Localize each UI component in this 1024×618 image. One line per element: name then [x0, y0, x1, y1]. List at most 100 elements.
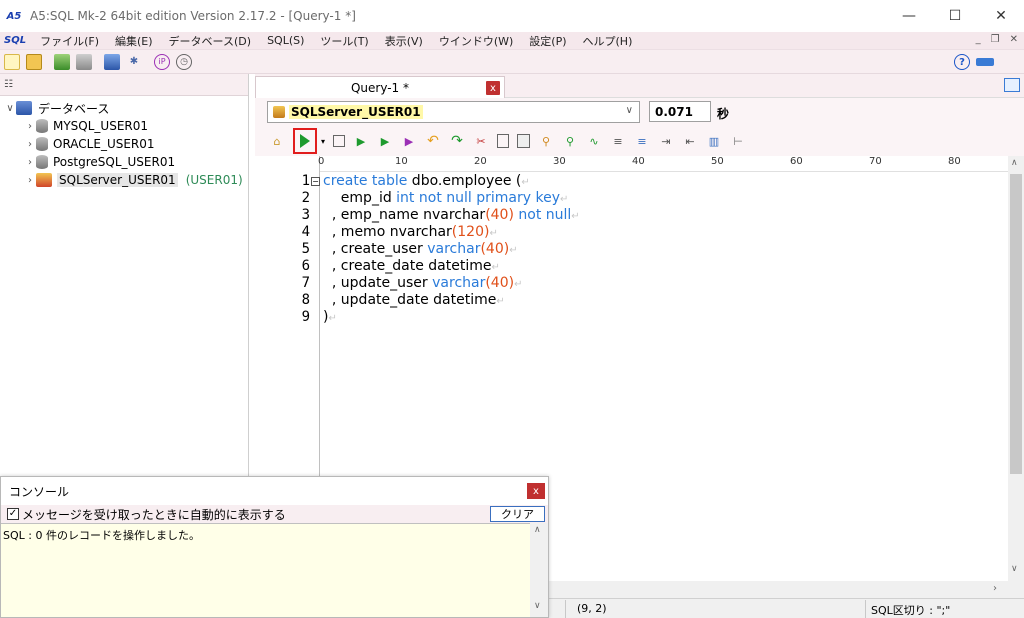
chevron-right-icon[interactable]: ›	[24, 139, 36, 150]
execute-button[interactable]	[293, 128, 317, 154]
connection-select[interactable]: SQLServer_USER01 ∨	[267, 101, 640, 123]
redo-icon[interactable]: ↷	[449, 133, 465, 149]
code-line[interactable]: , create_user varchar(40)↵	[323, 241, 518, 258]
outline-icon[interactable]: ⊢	[730, 133, 746, 149]
mdi-close-button[interactable]: ✕	[1010, 34, 1018, 45]
minimize-button[interactable]: —	[886, 0, 932, 32]
menu-edit[interactable]: 編集(E)	[107, 33, 161, 49]
auto-show-checkbox[interactable]: ✓	[7, 508, 19, 520]
execute-ab-icon[interactable]: ▶	[353, 133, 369, 149]
code-line[interactable]: emp_id int not null primary key↵	[323, 190, 569, 207]
chevron-right-icon[interactable]: ›	[24, 121, 36, 132]
format-icon[interactable]: ∿	[586, 133, 602, 149]
wrap-icon[interactable]: ≡	[634, 133, 650, 149]
execute-dropdown-icon[interactable]: ▾	[319, 133, 327, 149]
tree-item-oracle[interactable]: › ORACLE_USER01	[0, 135, 248, 153]
connection-bar: SQLServer_USER01 ∨ 0.071 秒	[255, 98, 1024, 126]
scroll-down-icon[interactable]: ∨	[1011, 564, 1018, 574]
replace-icon[interactable]: ⚲	[562, 133, 578, 149]
explain-icon[interactable]: ▶	[401, 133, 417, 149]
tree-item-label: PostgreSQL_USER01	[53, 155, 176, 169]
fold-toggle-icon[interactable]: −	[311, 177, 320, 186]
clear-button[interactable]: クリア	[490, 506, 545, 522]
indent-icon[interactable]: ⇥	[658, 133, 674, 149]
ruler-tick: 80	[948, 156, 961, 167]
outdent-icon[interactable]: ⇤	[682, 133, 698, 149]
elapsed-time-field: 0.071	[649, 101, 711, 122]
code-line[interactable]: , emp_name nvarchar(40) not null↵	[323, 207, 580, 224]
mdi-restore-button[interactable]: ❐	[991, 34, 1000, 45]
open-sql-icon[interactable]: ⌂	[269, 133, 285, 149]
execute-csv-icon[interactable]: ▶	[377, 133, 393, 149]
tab-query-1[interactable]: Query-1 * x	[255, 76, 505, 98]
menu-view[interactable]: 表示(V)	[377, 33, 431, 49]
help-icon[interactable]: ?	[954, 54, 970, 70]
tree-item-mysql[interactable]: › MYSQL_USER01	[0, 117, 248, 135]
database-connect-icon[interactable]	[54, 53, 70, 70]
tree-item-sqlserver[interactable]: › SQLServer_USER01 (USER01)	[0, 171, 248, 189]
scroll-up-icon[interactable]: ∧	[534, 525, 541, 535]
editor-vertical-scrollbar[interactable]: ∧ ∨	[1008, 156, 1024, 581]
code-line[interactable]: , update_date datetime↵	[323, 292, 505, 309]
code-line[interactable]: )↵	[323, 309, 337, 326]
tab-close-icon[interactable]: x	[486, 81, 500, 95]
execute-icon	[300, 134, 310, 148]
chevron-right-icon[interactable]: ›	[24, 157, 36, 168]
scroll-thumb[interactable]	[1010, 174, 1022, 474]
app-logo-icon: A5	[6, 10, 22, 22]
cursor-position: (9, 2)	[577, 602, 607, 615]
search-icon[interactable]: ⚲	[538, 133, 554, 149]
code-token: , emp_name nvarchar	[323, 207, 486, 223]
undo-icon[interactable]: ↶	[425, 133, 441, 149]
code-line[interactable]: , memo nvarchar(120)↵	[323, 224, 498, 241]
chevron-right-icon[interactable]: ›	[24, 175, 36, 186]
code-token: not null	[518, 207, 572, 223]
database-properties-icon[interactable]	[104, 53, 120, 70]
code-token: , update_user	[323, 275, 433, 291]
paste-icon[interactable]	[517, 134, 530, 148]
scroll-up-icon[interactable]: ∧	[1011, 158, 1018, 168]
copy-icon[interactable]	[497, 134, 509, 148]
menu-window[interactable]: ウインドウ(W)	[431, 33, 521, 49]
title-bar: A5 A5:SQL Mk-2 64bit edition Version 2.1…	[0, 0, 1024, 32]
database-icon	[36, 155, 48, 169]
code-token: varchar	[427, 241, 481, 257]
chevron-down-icon[interactable]: ∨	[626, 105, 633, 116]
open-folder-icon[interactable]	[26, 53, 42, 70]
new-file-icon[interactable]	[4, 53, 20, 70]
tree-item-postgresql[interactable]: › PostgreSQL_USER01	[0, 153, 248, 171]
code-line[interactable]: create table dbo.employee (↵	[323, 173, 530, 190]
menu-file[interactable]: ファイル(F)	[32, 33, 107, 49]
maximize-button[interactable]: ☐	[932, 0, 978, 32]
chevron-down-icon[interactable]: ∨	[4, 103, 16, 114]
code-line[interactable]: , update_user varchar(40)↵	[323, 275, 523, 292]
clock-icon[interactable]: ◷	[176, 53, 192, 70]
tree-view-icon[interactable]: ☷	[4, 79, 13, 90]
tree-root[interactable]: ∨ データベース	[0, 99, 248, 117]
code-line[interactable]: , create_date datetime↵	[323, 258, 500, 275]
eol-mark-icon: ↵	[571, 211, 580, 222]
tree-root-label: データベース	[38, 101, 110, 116]
info-icon[interactable]	[976, 58, 994, 66]
mdi-minimize-button[interactable]: _	[976, 34, 981, 45]
menu-help[interactable]: ヘルプ(H)	[575, 33, 641, 49]
gear-icon[interactable]: ✱	[126, 54, 142, 70]
align-icon[interactable]: ≡	[610, 133, 626, 149]
plugin-icon[interactable]: iP	[154, 53, 170, 70]
cut-icon[interactable]: ✂	[473, 133, 489, 149]
stop-icon[interactable]	[333, 135, 345, 147]
window-list-icon[interactable]	[1004, 78, 1020, 92]
menu-database[interactable]: データベース(D)	[161, 33, 260, 49]
database-disconnect-icon[interactable]	[76, 53, 92, 70]
scroll-down-icon[interactable]: ∨	[534, 601, 541, 611]
ruler-tick: 60	[790, 156, 803, 167]
menu-settings[interactable]: 設定(P)	[521, 33, 574, 49]
ruler-tick: 70	[869, 156, 882, 167]
menu-sql[interactable]: SQL(S)	[259, 34, 312, 47]
close-button[interactable]: ✕	[978, 0, 1024, 32]
menu-tools[interactable]: ツール(T)	[312, 33, 376, 49]
console-scrollbar[interactable]: ∧ ∨	[530, 523, 548, 617]
console-close-button[interactable]: x	[527, 483, 545, 499]
compare-icon[interactable]: ▥	[706, 133, 722, 149]
scroll-right-icon[interactable]: ›	[993, 583, 997, 594]
